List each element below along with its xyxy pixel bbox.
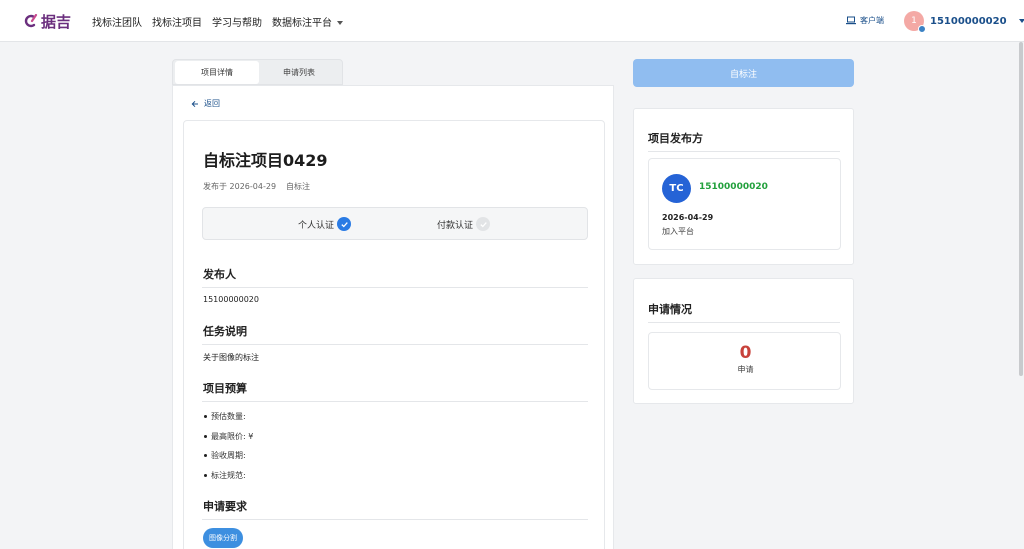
published-date: 发布于 2026-04-29 — [203, 182, 277, 191]
bullet-icon — [204, 415, 207, 419]
logo-icon — [24, 14, 38, 28]
task-description: 关于图像的标注 — [203, 353, 259, 362]
back-label: 返回 — [204, 99, 220, 108]
application-stats: 0 申请 — [648, 332, 841, 390]
divider — [202, 344, 588, 345]
publisher-value: 15100000020 — [203, 295, 259, 304]
publisher-card-title: 项目发布方 — [648, 132, 703, 145]
avatar-badge-icon — [918, 25, 926, 33]
list-item: 标注规范: — [204, 466, 253, 486]
logo[interactable]: 据吉 — [24, 10, 71, 32]
project-meta: 发布于 2026-04-29 自标注 — [203, 181, 310, 192]
chevron-down-icon — [1018, 19, 1024, 23]
list-item: 验收周期: — [204, 446, 253, 466]
laptop-icon — [846, 16, 856, 25]
budget-estimated-quantity: 预估数量: — [211, 412, 246, 422]
page-scrollbar[interactable] — [1019, 42, 1023, 376]
nav-learn-help[interactable]: 学习与帮助 — [212, 14, 262, 29]
bullet-icon — [204, 434, 207, 438]
join-label: 加入平台 — [662, 227, 694, 236]
project-info-card: 自标注项目0429 发布于 2026-04-29 自标注 个人认证 付款认证 发… — [183, 120, 605, 549]
page-title: 自标注项目0429 — [203, 151, 328, 170]
project-detail-panel: 返回 自标注项目0429 发布于 2026-04-29 自标注 个人认证 付款认… — [172, 85, 614, 549]
unverified-check-icon — [476, 217, 491, 231]
client-label: 客户端 — [860, 16, 884, 25]
arrow-left-icon — [191, 100, 198, 107]
logo-text: 据吉 — [41, 12, 72, 31]
detail-tabs: 项目详情 申请列表 — [172, 59, 343, 85]
avatar: TC — [662, 174, 691, 203]
nav-data-platform[interactable]: 数据标注平台 — [272, 14, 343, 29]
divider — [648, 322, 840, 323]
divider — [648, 151, 840, 152]
application-count-label: 申请 — [737, 365, 754, 374]
budget-list: 预估数量: 最高限价: ¥ 验收周期: 标注规范: — [204, 407, 253, 485]
divider — [202, 287, 588, 288]
publisher-name[interactable]: 15100000020 — [699, 182, 768, 192]
budget-label-spec: 标注规范: — [211, 470, 246, 480]
list-item: 预估数量: — [204, 407, 253, 427]
personal-verification: 个人认证 — [298, 217, 352, 231]
publisher-info: TC 15100000020 2026-04-29 加入平台 — [648, 158, 841, 250]
back-link[interactable]: 返回 — [191, 98, 220, 109]
join-date: 2026-04-29 — [662, 213, 714, 222]
budget-acceptance-period: 验收周期: — [211, 451, 246, 461]
application-count: 0 — [739, 343, 752, 363]
main-nav: 找标注团队 找标注项目 学习与帮助 数据标注平台 — [92, 0, 343, 42]
client-link[interactable]: 客户端 — [846, 15, 884, 26]
chevron-down-icon — [337, 20, 343, 25]
nav-find-team[interactable]: 找标注团队 — [92, 14, 142, 29]
user-name: 15100000020 — [930, 15, 1007, 27]
verification-bar: 个人认证 付款认证 — [202, 207, 588, 240]
bullet-icon — [204, 454, 207, 458]
list-item: 最高限价: ¥ — [204, 427, 253, 447]
nav-data-platform-label: 数据标注平台 — [272, 17, 332, 29]
budget-heading: 项目预算 — [203, 382, 247, 395]
payment-verification: 付款认证 — [437, 217, 491, 231]
tab-project-details[interactable]: 项目详情 — [175, 61, 259, 84]
requirement-tag: 图像分割 — [203, 528, 243, 548]
personal-verification-label: 个人认证 — [298, 220, 335, 231]
application-card-title: 申请情况 — [648, 303, 692, 316]
application-card: 申请情况 0 申请 — [633, 278, 854, 404]
verified-check-icon — [337, 217, 352, 231]
top-navigation-bar: 据吉 找标注团队 找标注项目 学习与帮助 数据标注平台 客户端 1 151000… — [0, 0, 1024, 42]
divider — [202, 519, 588, 520]
avatar: 1 — [904, 11, 926, 33]
avatar-text: 1 — [911, 16, 917, 26]
divider — [202, 401, 588, 402]
user-menu[interactable]: 1 15100000020 — [904, 11, 1024, 33]
tab-application-list[interactable]: 申请列表 — [259, 60, 339, 84]
publisher-heading: 发布人 — [203, 268, 236, 281]
publisher-card: 项目发布方 TC 15100000020 2026-04-29 加入平台 — [633, 108, 854, 265]
task-heading: 任务说明 — [203, 325, 247, 338]
bullet-icon — [204, 473, 207, 477]
payment-verification-label: 付款认证 — [437, 220, 474, 231]
nav-find-project[interactable]: 找标注项目 — [152, 14, 202, 29]
budget-max-price: 最高限价: ¥ — [211, 431, 254, 441]
project-type: 自标注 — [286, 182, 311, 191]
self-label-button[interactable]: 自标注 — [633, 59, 854, 87]
requirements-heading: 申请要求 — [203, 500, 247, 513]
